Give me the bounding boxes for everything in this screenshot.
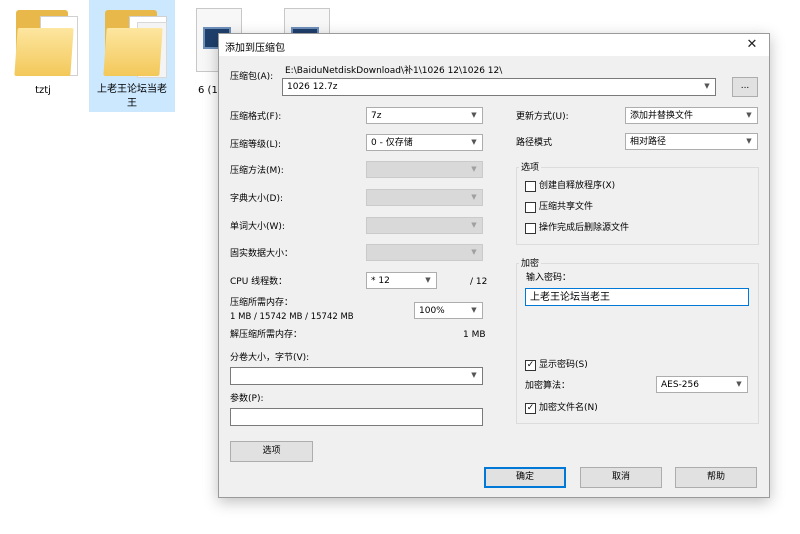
solid-select: ▼ [366, 244, 483, 261]
archive-name-combo[interactable]: 1026 12.7z ▼ [282, 78, 716, 96]
encrypt-method-label: 加密算法： [525, 381, 571, 391]
solid-label: 固实数据大小： [230, 249, 294, 259]
show-password-label: 显示密码(S) [539, 360, 588, 370]
dialog-title: 添加到压缩包 [225, 43, 285, 54]
method-label: 压缩方法(M): [230, 166, 284, 176]
word-select: ▼ [366, 217, 483, 234]
chevron-down-icon: ▼ [471, 193, 477, 201]
mem-decompress-value: 1 MB [463, 330, 486, 340]
chevron-down-icon: ▼ [471, 371, 477, 379]
options-group-title: 选项 [519, 160, 542, 173]
method-select: ▼ [366, 161, 483, 178]
path-mode-label: 路径模式 [516, 138, 553, 148]
browse-button[interactable]: ... [732, 77, 758, 97]
level-select[interactable]: 0 - 仅存储 ▼ [366, 134, 483, 151]
password-label: 输入密码： [526, 273, 572, 283]
chevron-down-icon: ▼ [471, 111, 477, 119]
chevron-down-icon: ▼ [746, 111, 752, 119]
chevron-down-icon: ▼ [471, 248, 477, 256]
mem-compress-value: 1 MB / 15742 MB / 15742 MB [230, 312, 354, 322]
cpu-threads-select[interactable]: * 12 ▼ [366, 272, 437, 289]
add-to-archive-dialog: 添加到压缩包 ✕ 压缩包(A): E:\BaiduNetdiskDownload… [218, 33, 770, 498]
close-button[interactable]: ✕ [735, 34, 769, 56]
archive-label: 压缩包(A): [230, 72, 274, 82]
mem-compress-label: 压缩所需内存： [230, 298, 294, 308]
chevron-down-icon: ▼ [471, 165, 477, 173]
chevron-down-icon: ▼ [471, 221, 477, 229]
folder-item-tztj[interactable]: tztj [0, 0, 86, 112]
cpu-total: / 12 [470, 277, 488, 287]
word-label: 单词大小(W): [230, 222, 285, 232]
chevron-down-icon: ▼ [425, 276, 431, 284]
format-label: 压缩格式(F): [230, 112, 282, 122]
show-password-checkbox[interactable]: ✓ [525, 360, 536, 371]
file-label: tztj [35, 85, 51, 96]
sfx-checkbox[interactable] [525, 181, 536, 192]
title-bar: 添加到压缩包 ✕ [219, 34, 769, 56]
update-mode-select[interactable]: 添加并替换文件 ▼ [625, 107, 758, 124]
archive-path: E:\BaiduNetdiskDownload\补1\1026 12\1026 … [285, 66, 503, 76]
chevron-down-icon: ▼ [471, 138, 477, 146]
params-input[interactable] [230, 408, 483, 426]
chevron-down-icon: ▼ [471, 306, 477, 314]
folder-item-selected[interactable]: 上老王论坛当老王 [89, 0, 175, 112]
options-button[interactable]: 选项 [230, 441, 313, 462]
update-label: 更新方式(U): [516, 112, 569, 122]
password-input[interactable]: 上老王论坛当老王 [525, 288, 749, 306]
chevron-down-icon: ▼ [736, 380, 742, 388]
encrypt-method-select[interactable]: AES-256 ▼ [656, 376, 748, 393]
split-size-combo[interactable]: ▼ [230, 367, 483, 385]
path-mode-select[interactable]: 相对路径 ▼ [625, 133, 758, 150]
file-label: 上老王论坛当老王 [97, 84, 167, 109]
chevron-down-icon: ▼ [746, 137, 752, 145]
encrypt-names-checkbox[interactable]: ✓ [525, 403, 536, 414]
mem-decompress-label: 解压缩所需内存： [230, 330, 303, 340]
cancel-button[interactable]: 取消 [580, 467, 662, 488]
encrypt-names-label: 加密文件名(N) [539, 403, 598, 413]
ok-button[interactable]: 确定 [484, 467, 566, 488]
delete-checkbox[interactable] [525, 223, 536, 234]
shared-checkbox[interactable] [525, 202, 536, 213]
help-button[interactable]: 帮助 [675, 467, 757, 488]
delete-label: 操作完成后删除源文件 [539, 223, 630, 233]
split-label: 分卷大小，字节(V): [230, 353, 310, 363]
dict-label: 字典大小(D): [230, 194, 283, 204]
mem-percent-select[interactable]: 100% ▼ [414, 302, 483, 319]
cpu-label: CPU 线程数： [230, 277, 288, 287]
shared-label: 压缩共享文件 [539, 202, 594, 212]
sfx-label: 创建自释放程序(X) [539, 181, 616, 191]
encryption-group-title: 加密 [519, 256, 542, 269]
level-label: 压缩等级(L): [230, 140, 282, 150]
dict-select: ▼ [366, 189, 483, 206]
format-select[interactable]: 7z ▼ [366, 107, 483, 124]
params-label: 参数(P): [230, 394, 264, 404]
chevron-down-icon: ▼ [704, 82, 710, 90]
